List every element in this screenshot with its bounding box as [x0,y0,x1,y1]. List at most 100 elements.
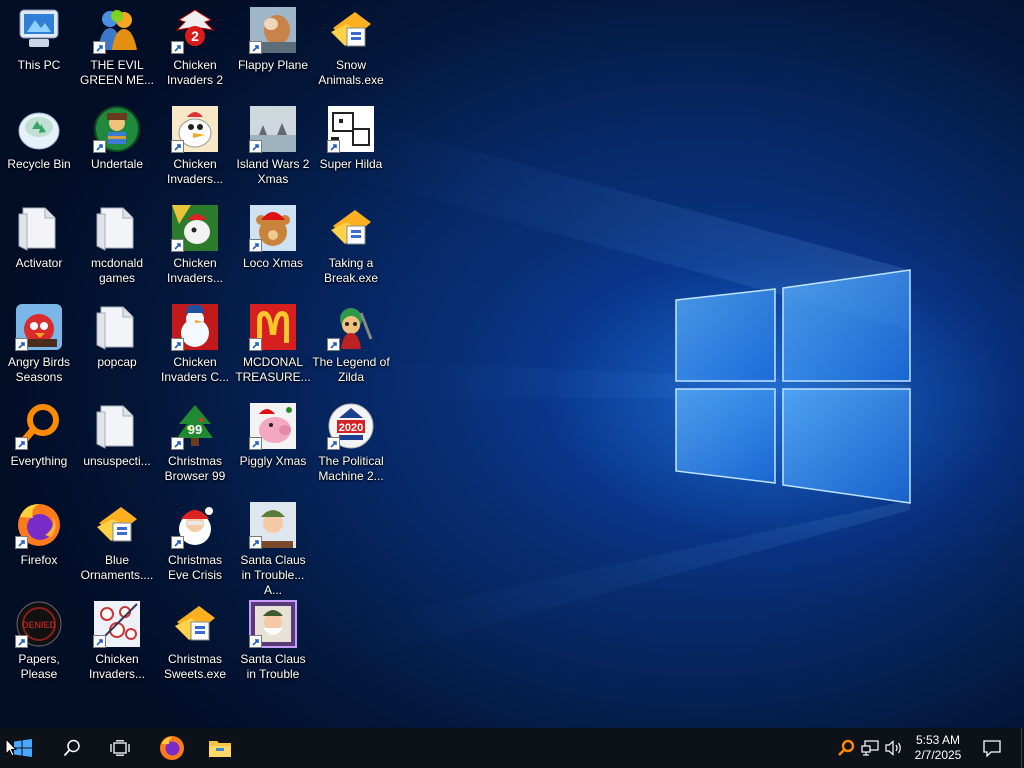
santa-claus-framed-icon [249,600,297,648]
teddy-bear-icon [249,204,297,252]
desktop-icon-label: Blue Ornaments.... [80,553,154,582]
desktop-icon-label: Flappy Plane [237,58,309,72]
desktop-icon-legend-of-zilda[interactable]: The Legend of Zilda [312,297,390,393]
desktop-icon-label: Activator [15,256,63,270]
desktop-icon-label: Undertale [90,157,144,171]
desktop-icon-chicken-invaders-christmas[interactable]: Chicken Invaders C... [156,297,234,393]
action-center-button[interactable] [972,728,1012,768]
shortcut-arrow-icon [171,338,184,351]
taskbar-firefox-button[interactable] [148,728,196,768]
desktop-icon-activator[interactable]: Activator [0,198,78,294]
exe-box-icon [327,6,375,54]
desktop-icon-label: Firefox [20,553,58,567]
snowman-icon [171,303,219,351]
desktop-icon-label: Christmas Browser 99 [164,454,226,483]
desktop-icon-label: Christmas Eve Crisis [167,553,222,582]
super-hilda-icon [327,105,375,153]
mouse-cursor-icon [5,738,17,757]
desktop-icon-label: mcdonald games [90,256,144,285]
taskbar-file-explorer-button[interactable] [196,728,244,768]
svg-text:DENIED: DENIED [22,620,57,630]
tray-everything-button[interactable] [834,728,858,768]
desktop-icon-this-pc[interactable]: This PC [0,0,78,96]
desktop-icon-unsuspecti[interactable]: unsuspecti... [78,396,156,492]
shortcut-arrow-icon [15,437,28,450]
tray-network-button[interactable] [858,728,882,768]
desktop-icon-label: Island Wars 2 Xmas [236,157,310,186]
task-view-button[interactable] [96,728,144,768]
desktop-icon-santa-claus-in-trouble[interactable]: Santa Claus in Trouble [234,594,312,690]
shortcut-arrow-icon [93,41,106,54]
shortcut-arrow-icon [249,338,262,351]
search-button[interactable] [48,728,96,768]
shortcut-arrow-icon [15,338,28,351]
desktop-icon-mcdonal-treasure[interactable]: MCDONAL TREASURE... [234,297,312,393]
desktop-icon-label: Chicken Invaders... [88,652,146,681]
clock-time: 5:53 AM [915,733,961,747]
desktop-icon-loco-xmas[interactable]: Loco Xmas [234,198,312,294]
tray-volume-button[interactable] [882,728,906,768]
desktop-icon-papers-please[interactable]: DENIED Papers, Please [0,594,78,690]
desktop-icon-label: Recycle Bin [7,157,71,171]
desktop-icon-undertale[interactable]: Undertale [78,99,156,195]
chicken-invaders-xmas-icon [171,204,219,252]
desktop-icon-blue-ornaments[interactable]: Blue Ornaments.... [78,495,156,591]
desktop-icon-christmas-sweets[interactable]: Christmas Sweets.exe [156,594,234,690]
papers-please-icon: DENIED [15,600,63,648]
desktop-icon-chicken-invaders-b[interactable]: Chicken Invaders... [156,99,234,195]
exe-box-icon [93,501,141,549]
desktop-icon-label: Loco Xmas [242,256,304,270]
shortcut-arrow-icon [93,635,106,648]
island-wars-icon [249,105,297,153]
shortcut-arrow-icon [327,338,340,351]
desktop-icon-taking-a-break[interactable]: Taking a Break.exe [312,198,390,294]
desktop-icon-christmas-browser-99[interactable]: 99 Christmas Browser 99 [156,396,234,492]
mcdonalds-icon [249,303,297,351]
desktop-icon-santa-claus-in-trouble-a[interactable]: Santa Claus in Trouble... A... [234,495,312,597]
desktop-icon-chicken-invaders-2[interactable]: 2 Chicken Invaders 2 [156,0,234,96]
taskbar-clock[interactable]: 5:53 AM 2/7/2025 [905,728,971,768]
desktop-icon-flappy-plane[interactable]: Flappy Plane [234,0,312,96]
desktop-icon-christmas-eve-crisis[interactable]: Christmas Eve Crisis [156,495,234,591]
desktop-icon-everything[interactable]: Everything [0,396,78,492]
desktop-icon-label: Piggly Xmas [239,454,307,468]
show-desktop-button[interactable] [1018,728,1024,768]
action-center-icon [983,739,1001,757]
desktop-icon-label: The Political Machine 2... [318,454,384,483]
shortcut-arrow-icon [171,239,184,252]
desktop-icon-popcap[interactable]: popcap [78,297,156,393]
exe-box-icon [327,204,375,252]
pig-icon [249,402,297,450]
desktop-icon-political-machine[interactable]: 2020 The Political Machine 2... [312,396,390,492]
folder-icon [93,402,141,450]
chicken-invaders-icon [171,105,219,153]
shortcut-arrow-icon [15,536,28,549]
folder-icon [15,204,63,252]
desktop-icon-recycle-bin[interactable]: Recycle Bin [0,99,78,195]
desktop-icon-island-wars-2-xmas[interactable]: Island Wars 2 Xmas [234,99,312,195]
firefox-icon [15,501,63,549]
everything-search-icon [15,402,63,450]
desktop-icon-label: unsuspecti... [83,454,151,468]
folder-icon [93,303,141,351]
messenger-people-icon [93,6,141,54]
desktop-icon-super-hilda[interactable]: Super Hilda [312,99,390,195]
recycle-bin-icon [15,105,63,153]
firefox-icon [160,736,184,760]
angry-birds-icon [15,303,63,351]
shortcut-arrow-icon [171,41,184,54]
desktop-icon-label: Christmas Sweets.exe [163,652,227,681]
desktop-icon-mcdonald-games[interactable]: mcdonald games [78,198,156,294]
desktop-icon-label: Chicken Invaders 2 [166,58,224,87]
desktop-icon-firefox[interactable]: Firefox [0,495,78,591]
desktop-icon-label: Everything [10,454,68,468]
network-icon [861,740,879,756]
file-explorer-icon [209,741,231,757]
desktop-icon-angry-birds-seasons[interactable]: Angry Birds Seasons [0,297,78,393]
desktop-icon-piggly-xmas[interactable]: Piggly Xmas [234,396,312,492]
desktop-icon-snow-animals[interactable]: Snow Animals.exe [312,0,390,96]
desktop-icon-chicken-invaders-c[interactable]: Chicken Invaders... [156,198,234,294]
desktop-icon-the-evil-green-me[interactable]: THE EVIL GREEN ME... [78,0,156,96]
shortcut-arrow-icon [171,437,184,450]
desktop-icon-chicken-invaders-d[interactable]: Chicken Invaders... [78,594,156,690]
